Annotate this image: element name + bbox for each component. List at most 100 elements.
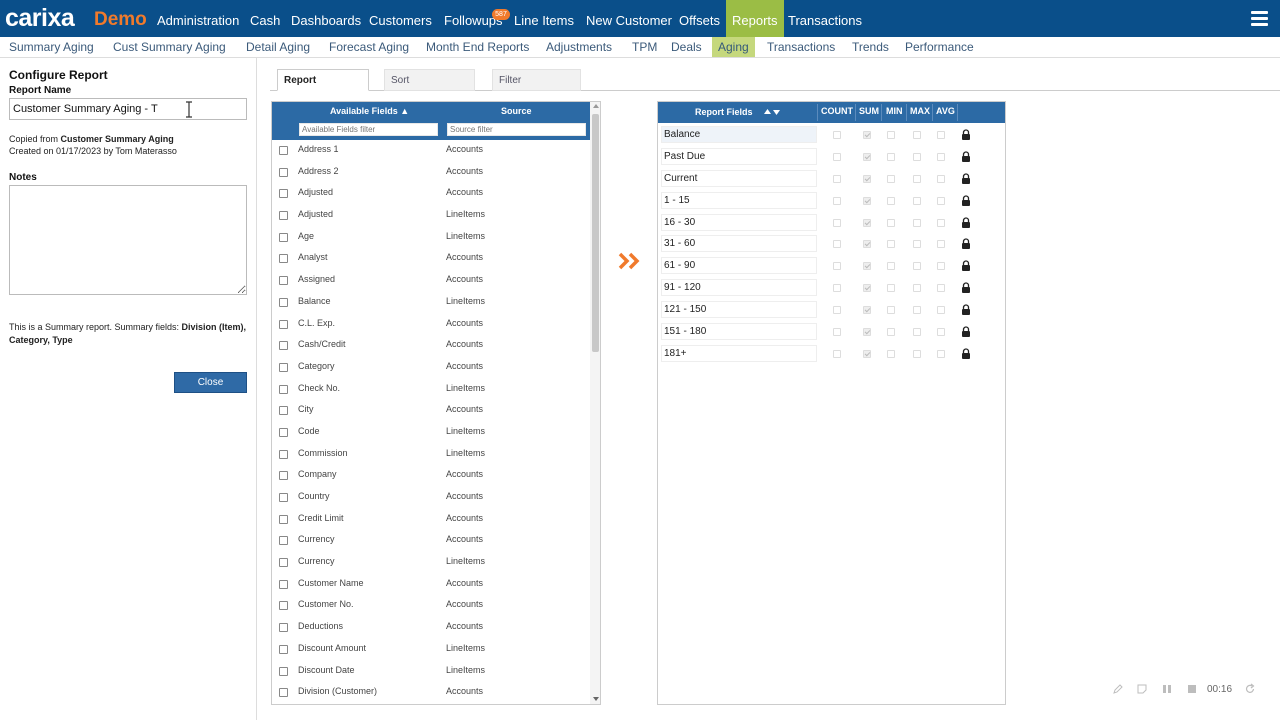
sum-checkbox[interactable]: [863, 174, 871, 183]
min-checkbox[interactable]: [887, 284, 895, 293]
nav-new-customer[interactable]: New Customer: [586, 0, 672, 37]
avg-checkbox[interactable]: [937, 131, 945, 139]
available-field-row[interactable]: Code LineItems: [272, 422, 590, 444]
available-field-row[interactable]: City Accounts: [272, 400, 590, 422]
subnav-tpm[interactable]: TPM: [632, 37, 657, 57]
field-checkbox[interactable]: [279, 558, 288, 568]
nav-transactions[interactable]: Transactions: [788, 0, 862, 37]
subnav-aging[interactable]: Aging: [712, 37, 755, 57]
avg-checkbox[interactable]: [937, 240, 945, 249]
subnav-summary-aging[interactable]: Summary Aging: [9, 37, 94, 57]
field-checkbox[interactable]: [279, 276, 288, 286]
available-field-row[interactable]: Adjusted Accounts: [272, 183, 590, 205]
count-checkbox[interactable]: [833, 196, 841, 205]
sum-checkbox[interactable]: [863, 152, 871, 161]
nav-line-items[interactable]: Line Items: [514, 0, 574, 37]
field-checkbox[interactable]: [279, 579, 288, 589]
lock-icon[interactable]: [961, 129, 971, 140]
available-fields-column-header[interactable]: Available Fields ▲: [330, 106, 409, 116]
source-filter-input[interactable]: [447, 123, 586, 136]
lock-icon[interactable]: [961, 151, 971, 162]
max-checkbox[interactable]: [913, 284, 921, 293]
sum-checkbox[interactable]: [863, 306, 871, 315]
subnav-trends[interactable]: Trends: [852, 37, 889, 57]
max-checkbox[interactable]: [913, 349, 921, 358]
available-field-row[interactable]: Commission LineItems: [272, 444, 590, 466]
source-column-header[interactable]: Source: [501, 106, 532, 116]
subnav-detail-aging[interactable]: Detail Aging: [246, 37, 310, 57]
field-checkbox[interactable]: [279, 623, 288, 633]
lock-icon[interactable]: [961, 260, 971, 272]
notes-textarea[interactable]: [9, 185, 247, 295]
field-checkbox[interactable]: [279, 167, 288, 177]
field-checkbox[interactable]: [279, 688, 288, 698]
available-field-row[interactable]: Discount Date LineItems: [272, 661, 590, 683]
available-field-row[interactable]: Currency Accounts: [272, 530, 590, 552]
min-checkbox[interactable]: [887, 196, 895, 205]
sum-checkbox[interactable]: [863, 240, 871, 249]
avg-checkbox[interactable]: [937, 152, 945, 161]
available-field-row[interactable]: Cash/Credit Accounts: [272, 335, 590, 357]
nav-offsets[interactable]: Offsets: [679, 0, 720, 37]
carixa-logo[interactable]: carixa: [5, 4, 75, 33]
count-checkbox[interactable]: [833, 328, 841, 337]
available-field-row[interactable]: Customer Name Accounts: [272, 574, 590, 596]
count-checkbox[interactable]: [833, 240, 841, 249]
sum-checkbox[interactable]: [863, 218, 871, 227]
lock-icon[interactable]: [961, 348, 971, 359]
report-field-row[interactable]: 181+: [658, 344, 1005, 366]
report-field-row[interactable]: 91 - 120: [658, 278, 1005, 300]
max-checkbox[interactable]: [913, 196, 921, 205]
lock-icon[interactable]: [961, 282, 971, 294]
field-checkbox[interactable]: [279, 384, 288, 394]
avg-checkbox[interactable]: [937, 218, 945, 227]
count-checkbox[interactable]: [833, 349, 841, 358]
field-checkbox[interactable]: [279, 254, 288, 264]
note-icon[interactable]: [1136, 683, 1148, 695]
field-checkbox[interactable]: [279, 341, 288, 351]
field-checkbox[interactable]: [279, 232, 288, 242]
available-fields-scrollbar[interactable]: [590, 102, 600, 704]
sum-checkbox[interactable]: [863, 131, 871, 139]
min-checkbox[interactable]: [887, 349, 895, 358]
stop-icon[interactable]: [1186, 683, 1198, 695]
min-checkbox[interactable]: [887, 152, 895, 161]
field-checkbox[interactable]: [279, 493, 288, 502]
avg-checkbox[interactable]: [937, 306, 945, 315]
count-checkbox[interactable]: [833, 152, 841, 161]
available-field-row[interactable]: Discount Amount LineItems: [272, 639, 590, 661]
report-name-input[interactable]: [9, 98, 247, 120]
report-field-name[interactable]: 16 - 30: [661, 213, 817, 231]
field-checkbox[interactable]: [279, 644, 288, 654]
scrollbar-thumb[interactable]: [592, 114, 599, 352]
report-field-name[interactable]: 61 - 90: [661, 257, 817, 275]
lock-icon[interactable]: [961, 238, 971, 250]
available-field-row[interactable]: Address 1 Accounts: [272, 140, 590, 162]
available-field-row[interactable]: C.L. Exp. Accounts: [272, 314, 590, 336]
field-checkbox[interactable]: [279, 362, 288, 372]
report-field-name[interactable]: 121 - 150: [661, 301, 817, 319]
available-field-row[interactable]: Deductions Accounts: [272, 617, 590, 639]
add-fields-double-arrow-icon[interactable]: [618, 251, 642, 271]
count-checkbox[interactable]: [833, 174, 841, 183]
nav-reports[interactable]: Reports: [726, 0, 784, 37]
report-field-name[interactable]: 1 - 15: [661, 191, 817, 209]
report-field-name[interactable]: Balance: [661, 126, 817, 143]
report-field-row[interactable]: 16 - 30: [658, 213, 1005, 235]
min-checkbox[interactable]: [887, 174, 895, 183]
field-checkbox[interactable]: [279, 536, 288, 546]
sum-checkbox[interactable]: [863, 328, 871, 337]
subnav-transactions[interactable]: Transactions: [767, 37, 835, 57]
available-field-row[interactable]: Assigned Accounts: [272, 270, 590, 292]
scroll-down-arrow-icon[interactable]: [593, 697, 599, 701]
max-checkbox[interactable]: [913, 218, 921, 227]
avg-checkbox[interactable]: [937, 284, 945, 293]
subnav-deals[interactable]: Deals: [671, 37, 702, 57]
field-checkbox[interactable]: [279, 211, 288, 221]
min-checkbox[interactable]: [887, 218, 895, 227]
available-field-row[interactable]: Currency LineItems: [272, 552, 590, 574]
report-field-name[interactable]: 31 - 60: [661, 235, 817, 253]
count-checkbox[interactable]: [833, 131, 841, 139]
field-checkbox[interactable]: [279, 406, 288, 416]
available-field-row[interactable]: Country Accounts: [272, 487, 590, 509]
